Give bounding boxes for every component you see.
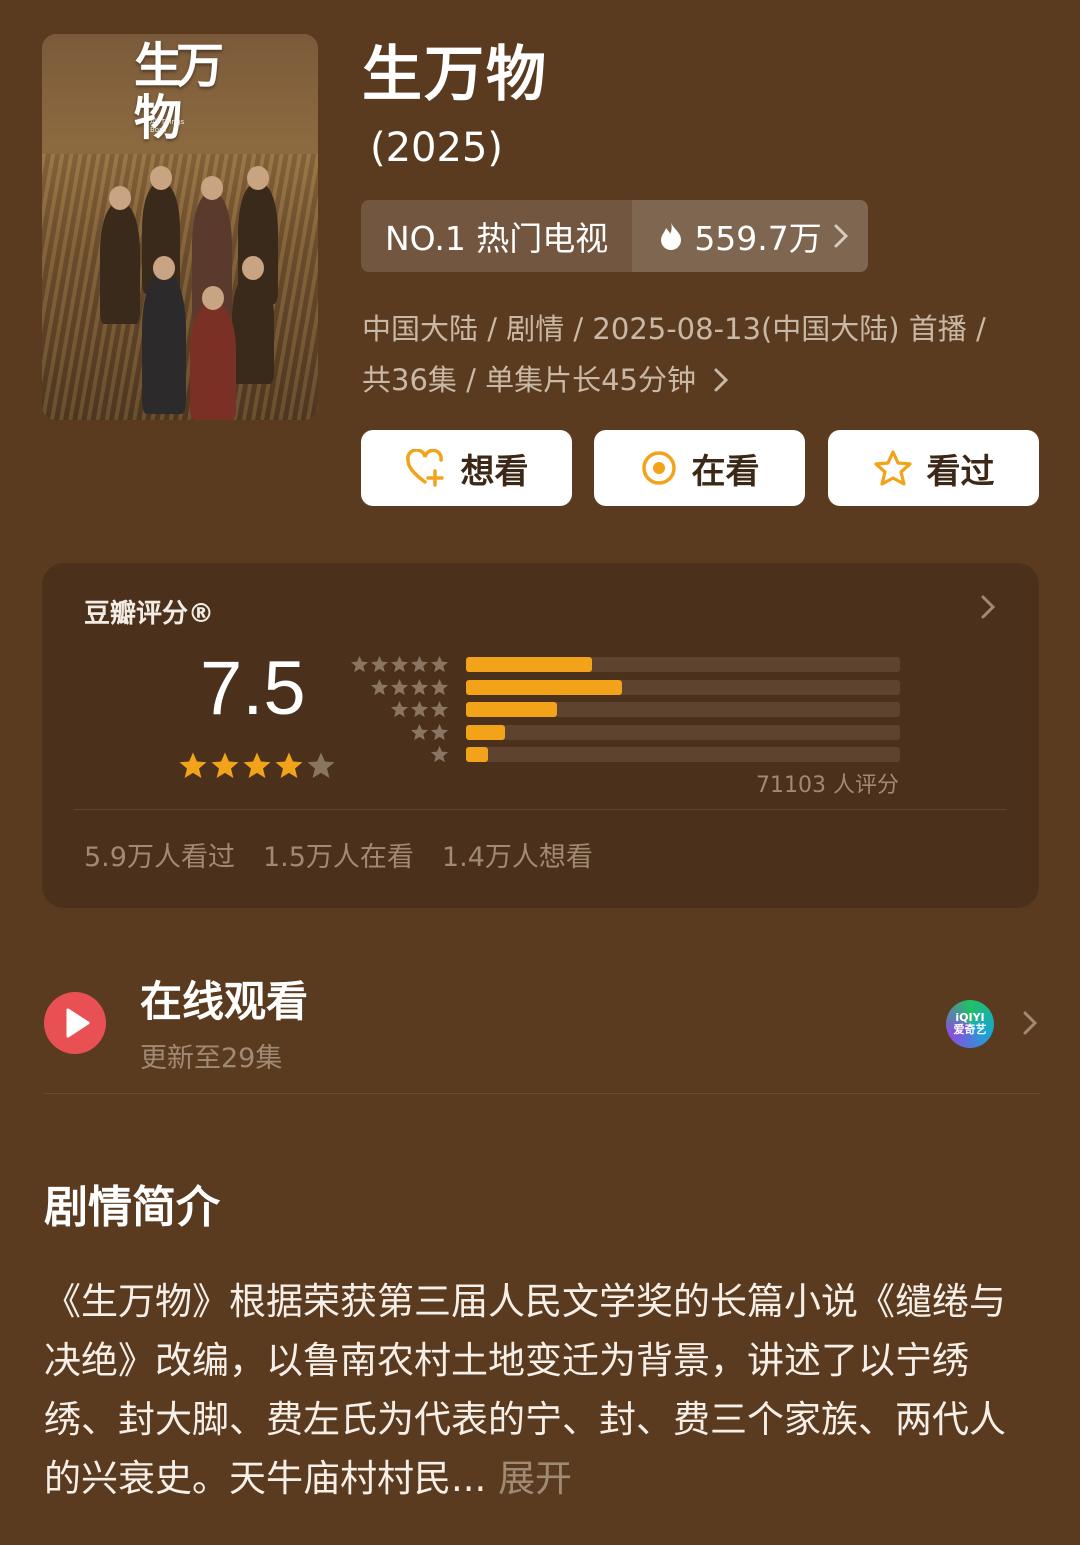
- rank-label: NO.1 热门电视: [361, 200, 633, 272]
- star-outline-icon: [873, 450, 912, 486]
- meta-line: 共36集 / 单集片长45分钟: [362, 355, 1042, 406]
- divider: [74, 809, 1007, 810]
- star-icon: [410, 655, 429, 673]
- watching-label: 在看: [691, 452, 760, 491]
- distribution-bar-track: [466, 747, 900, 762]
- star-icon: [430, 700, 449, 718]
- chevron-right-icon[interactable]: [973, 589, 1003, 625]
- star-icon: [390, 678, 409, 695]
- star-icon: [430, 745, 449, 763]
- chevron-right-icon[interactable]: [1020, 1008, 1040, 1038]
- distribution-bar-fill: [466, 657, 592, 672]
- distribution-stars: [410, 723, 449, 742]
- want-to-watch-button[interactable]: 想看: [361, 430, 572, 506]
- star-icon: [430, 678, 449, 695]
- star-icon: [370, 678, 389, 695]
- poster-image[interactable]: 生万物 All Things Born: [42, 34, 318, 420]
- distribution-bar-fill: [466, 747, 488, 762]
- heart-plus-icon: [405, 449, 444, 487]
- audience-counts: 5.9万人看过 1.5万人在看 1.4万人想看: [84, 835, 593, 874]
- distribution-bar-track: [466, 679, 900, 695]
- want-to-watch-label: 想看: [460, 452, 529, 491]
- star-icon: [211, 752, 239, 778]
- distribution-stars: [430, 745, 449, 764]
- distribution-bar-track: [466, 702, 900, 717]
- distribution-bar-track: [466, 657, 900, 672]
- star-icon: [390, 655, 409, 673]
- star-icon: [350, 655, 369, 673]
- online-watch-row[interactable]: 在线观看 更新至29集 iQIYI 爱奇艺: [44, 972, 1040, 1092]
- heat-indicator[interactable]: 559.7万: [632, 200, 868, 272]
- star-icon: [410, 678, 429, 695]
- poster-figure: [100, 186, 140, 324]
- release-year: (2025): [370, 125, 504, 171]
- star-icon: [410, 723, 429, 740]
- watched-button[interactable]: 看过: [828, 430, 1039, 506]
- distribution-stars: [390, 700, 449, 719]
- star-icon: [243, 752, 271, 778]
- episode-update-status: 更新至29集: [140, 1043, 283, 1074]
- meta-line: 中国大陆 / 剧情 / 2025-08-13(中国大陆) 首播 /: [362, 312, 986, 346]
- star-icon: [430, 655, 449, 673]
- watching-button[interactable]: 在看: [594, 430, 805, 506]
- distribution-stars: [350, 655, 449, 674]
- online-watch-title: 在线观看: [140, 977, 309, 1026]
- play-button[interactable]: [44, 992, 106, 1054]
- rater-count: 71103 人评分: [756, 773, 899, 798]
- rating-heading: 豆瓣评分®: [84, 599, 215, 629]
- rating-score: 7.5: [200, 646, 306, 731]
- star-icon: [307, 752, 335, 778]
- distribution-bar-track: [466, 724, 900, 740]
- star-icon: [410, 700, 429, 718]
- distribution-bar-fill: [466, 679, 623, 695]
- star-icon: [390, 700, 409, 718]
- synopsis-text: 《生万物》根据荣获第三届人民文学奖的长篇小说《缱绻与决绝》改编，以鲁南农村土地变…: [44, 1280, 1006, 1500]
- poster-logo-subtitle: All Things Born: [150, 118, 185, 134]
- page-title: 生万物: [362, 40, 548, 110]
- chevron-right-icon: [714, 368, 729, 392]
- target-icon: [641, 451, 676, 485]
- flame-icon: [661, 222, 682, 250]
- divider: [44, 1093, 1040, 1094]
- poster-figure: [232, 256, 274, 384]
- want-count: 1.4万人想看: [441, 842, 593, 873]
- poster-figure: [142, 256, 186, 414]
- watching-count: 1.5万人在看: [262, 842, 414, 873]
- star-icon: [370, 655, 389, 673]
- synopsis-title: 剧情简介: [44, 1182, 220, 1233]
- watched-label: 看过: [926, 452, 995, 491]
- heat-value: 559.7万: [694, 219, 822, 258]
- distribution-stars: [370, 678, 449, 697]
- distribution-bar-fill: [466, 724, 506, 740]
- iqiyi-logo-icon[interactable]: iQIYI 爱奇艺: [946, 1000, 994, 1048]
- poster-figure: [190, 286, 236, 420]
- rating-stars: [178, 751, 336, 781]
- show-meta[interactable]: 中国大陆 / 剧情 / 2025-08-13(中国大陆) 首播 / 共36集 /…: [362, 304, 1042, 406]
- watched-count: 5.9万人看过: [84, 842, 235, 873]
- star-icon: [179, 752, 207, 778]
- distribution-bar-fill: [466, 702, 558, 717]
- play-icon: [66, 1008, 90, 1038]
- ranking-badge[interactable]: NO.1 热门电视 559.7万: [361, 200, 868, 272]
- star-icon: [430, 723, 449, 740]
- rating-card[interactable]: 豆瓣评分® 7.5 71103 人评分 5.9万人看过 1.5万人在看 1.4万…: [42, 563, 1039, 908]
- star-icon: [275, 752, 303, 778]
- expand-link[interactable]: 展开: [498, 1457, 572, 1500]
- chevron-right-icon: [834, 224, 848, 248]
